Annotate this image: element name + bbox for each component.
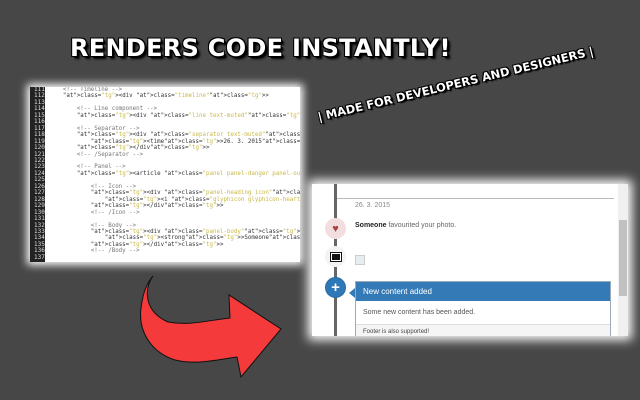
timeline-date: 26. 3. 2015 [355,202,391,209]
content-card: New content added Some new content has b… [355,281,611,336]
scrollbar-thumb[interactable] [619,220,627,296]
card-title: New content added [356,282,610,301]
action-text: favourited your photo. [386,222,457,229]
timeline-preview: 26. 3. 2015 ♥ Someone favourited your ph… [312,184,628,336]
timeline-message: Someone favourited your photo. [355,222,456,229]
picture-icon [325,246,346,267]
card-body: Some new content has been added. [363,309,476,316]
scrollbar[interactable] [618,184,628,336]
broken-image-icon [355,255,365,265]
actor: Someone [355,222,387,229]
card-footer: Footer is also supported! [356,324,610,336]
separator [337,198,614,199]
plus-icon: + [325,277,346,298]
heart-icon: ♥ [325,218,346,239]
